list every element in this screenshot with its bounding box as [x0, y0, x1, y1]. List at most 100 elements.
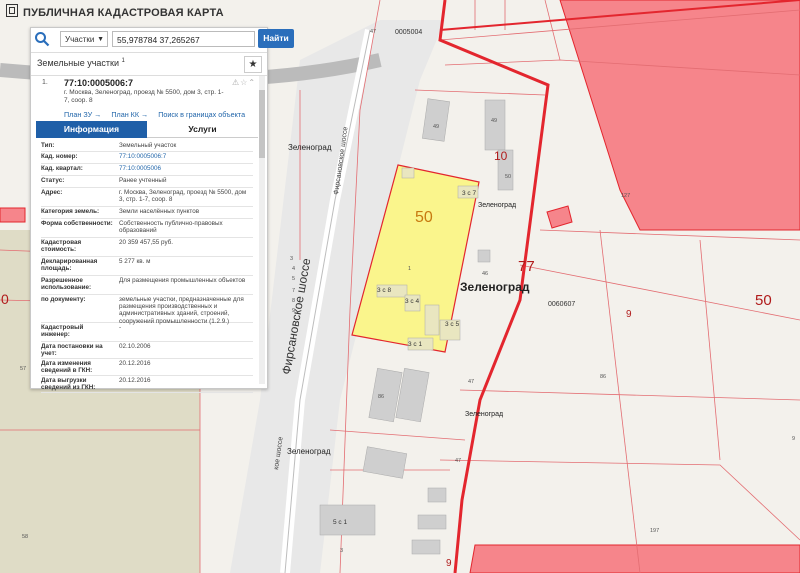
attr-key: Декларированная площадь:	[41, 258, 98, 273]
record-index: 1.	[42, 79, 48, 86]
parcel-small-number: 47	[370, 29, 376, 35]
attr-value: 02.10.2006	[119, 343, 151, 350]
attr-value: 5 277 кв. м	[119, 258, 151, 265]
favorite-star-icon[interactable]: ★	[244, 56, 262, 73]
parcel-small-number: 9	[792, 436, 795, 442]
attr-row: Кадастровая стоимость: 20 359 457,55 руб.	[41, 238, 253, 257]
attr-row: Форма собственности: Собственность публич…	[41, 219, 253, 238]
red-parcel-bottom	[469, 544, 800, 573]
plan-zu-link[interactable]: План ЗУ →	[64, 110, 101, 119]
search-bar: Участки ▼ 55,978784 37,265267 Найти	[31, 28, 294, 50]
attr-row: Тип: Земельный участок	[41, 141, 253, 152]
parcel-small-number: 50	[505, 174, 511, 180]
attr-key: Категория земель:	[41, 208, 100, 215]
attr-key: Адрес:	[41, 189, 63, 196]
attr-row: Категория земель: Земли населённых пункто…	[41, 207, 253, 219]
block-code-label: 0060607	[548, 301, 575, 308]
chevron-down-icon: ▼	[97, 36, 104, 43]
parcel-small-number: 9	[292, 308, 295, 314]
parcel-small-number: 7	[292, 288, 295, 294]
parcel-small-number: 5	[292, 276, 295, 282]
attr-row: Кадастровый инженер: -	[41, 323, 253, 342]
tab-info[interactable]: Информация	[36, 121, 147, 138]
section-count: 1	[121, 58, 125, 64]
parcel-small-number: 4	[292, 266, 295, 272]
attr-value[interactable]: 77:10:0005006	[119, 165, 251, 172]
parcel-small-number: 8	[292, 298, 295, 304]
attr-value: земельные участки, предназначенные для р…	[119, 296, 244, 325]
building-label: 3 с 7	[462, 190, 476, 197]
parcel-small-number: 127	[621, 193, 630, 199]
attr-key: Тип:	[41, 142, 55, 149]
top-bar: ПУБЛИЧНАЯ КАДАСТРОВАЯ КАРТА	[0, 0, 800, 22]
attr-key: Дата выгрузки сведений из ГКН:	[41, 377, 96, 392]
parcel-small-number: 46	[482, 271, 488, 277]
place-label: Зеленоград	[478, 202, 516, 209]
attr-value: Ранее учтенный	[119, 177, 167, 184]
scrollbar-thumb[interactable]	[259, 90, 265, 158]
attr-row: Статус: Ранее учтенный	[41, 176, 253, 188]
app-title: ПУБЛИЧНАЯ КАДАСТРОВАЯ КАРТА	[6, 4, 224, 19]
attr-row: Кад. квартал: 77:10:0005006	[41, 164, 253, 176]
parcel-small-number: 3	[340, 548, 343, 554]
attr-value: -	[119, 324, 122, 331]
district-number-label: 9	[446, 558, 452, 569]
parcel-small-number: 1	[408, 266, 411, 272]
search-type-select[interactable]: Участки ▼	[60, 31, 108, 47]
find-button[interactable]: Найти	[258, 29, 294, 48]
section-title: Земельные участки	[37, 58, 120, 68]
attr-key: Кад. квартал:	[41, 165, 83, 172]
building-label: 3 с 5	[445, 321, 459, 328]
attr-value: Собственность публично-правовых образова…	[119, 220, 223, 235]
search-icon[interactable]	[34, 31, 50, 47]
district-number-label: 10	[494, 149, 508, 163]
tabs: Информация Услуги	[36, 121, 258, 138]
building-label: 3 с 1	[408, 341, 422, 348]
parcel-small-number: 86	[600, 374, 606, 380]
attr-value: 20.12.2016	[119, 377, 151, 384]
search-input[interactable]: 55,978784 37,265267	[112, 31, 255, 47]
attr-row: Адрес: г. Москва, Зеленоград, проезд № 55…	[41, 188, 253, 207]
attr-value: 20 359 457,55 руб.	[119, 239, 174, 246]
parcel-small-number: 3	[290, 256, 293, 262]
scrollbar[interactable]	[259, 76, 265, 384]
record-toolbar-icons[interactable]: ⚠☆⌃	[232, 78, 256, 87]
attr-row: Дата постановки на учет: 02.10.2006	[41, 342, 253, 359]
attr-value: Земли населённых пунктов	[119, 208, 200, 215]
attr-key: Кад. номер:	[41, 153, 78, 160]
place-label: Зеленоград	[465, 411, 503, 418]
record-address: г. Москва, Зеленоград, проезд № 5500, до…	[64, 89, 224, 104]
attr-value: Для размещения промышленных объектов	[119, 277, 246, 284]
district-number-label: 9	[626, 309, 632, 320]
attr-key: Дата изменения сведений в ГКН:	[41, 360, 93, 375]
attr-value: 20.12.2016	[119, 360, 151, 367]
plan-kk-link[interactable]: План КК →	[111, 110, 148, 119]
parcel-small-number: 86	[378, 394, 384, 400]
place-label: Зеленоград	[287, 447, 331, 456]
attr-key: Разрешенное использование:	[41, 277, 92, 292]
map-logo-icon	[6, 4, 18, 17]
place-label: Зеленоград	[288, 143, 332, 152]
cadastral-number: 77:10:0005006:7	[64, 78, 134, 88]
attr-key: Кадастровая стоимость:	[41, 239, 82, 254]
attr-key: Кадастровый инженер:	[41, 324, 84, 339]
attr-key: по документу:	[41, 296, 86, 303]
attr-value[interactable]: 77:10:0005006:7	[119, 153, 251, 160]
attr-row: Декларированная площадь: 5 277 кв. м	[41, 257, 253, 276]
attributes-table: Тип: Земельный участок Кад. номер: 77:10:00…	[41, 141, 253, 393]
district-number-label: 0	[1, 291, 9, 307]
section-header: Земельные участки 1 ★	[31, 52, 267, 76]
attr-row: по документу: земельные участки, предназн…	[41, 295, 253, 325]
info-panel: Участки ▼ 55,978784 37,265267 Найти Земел…	[30, 27, 294, 393]
red-parcel-left	[0, 207, 26, 223]
district-number-label: 77	[518, 258, 535, 275]
tab-services[interactable]: Услуги	[147, 121, 258, 138]
building-label: 3 с 4	[405, 298, 419, 305]
attr-row: Разрешенное использование: Для размещения…	[41, 276, 253, 295]
parcel-small-number: 197	[650, 528, 659, 534]
building-label: 5 с 1	[333, 519, 347, 526]
parcel-small-number: 47	[468, 379, 474, 385]
attr-row: Дата выгрузки сведений из ГКН: 20.12.2016	[41, 376, 253, 393]
district-number-label: 50	[755, 292, 772, 309]
parcel-small-number: 57	[20, 366, 26, 372]
